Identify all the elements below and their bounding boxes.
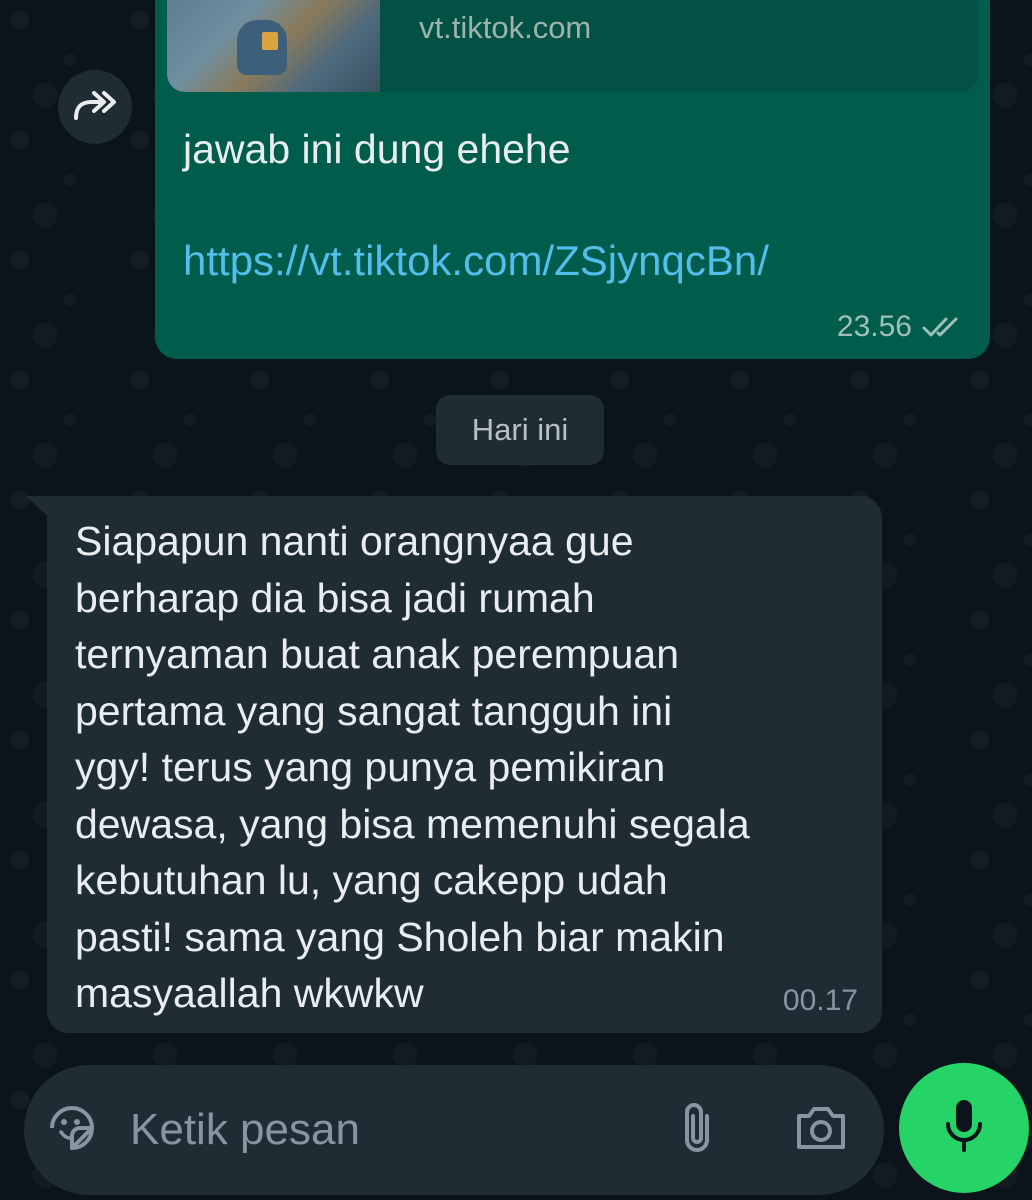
message-composer bbox=[24, 1065, 884, 1195]
date-divider-label: Hari ini bbox=[471, 412, 569, 447]
microphone-icon bbox=[942, 1096, 986, 1161]
outgoing-message-text: jawab ini dung ehehe bbox=[183, 126, 571, 172]
outgoing-message-link[interactable]: https://vt.tiktok.com/ZSjynqcBn/ bbox=[183, 237, 769, 285]
camera-icon bbox=[793, 1104, 849, 1157]
forward-button[interactable] bbox=[58, 70, 132, 144]
link-preview-domain: vt.tiktok.com bbox=[419, 10, 592, 45]
forward-icon bbox=[72, 88, 118, 127]
message-input[interactable] bbox=[130, 1097, 640, 1163]
outgoing-message-meta: 23.56 bbox=[837, 310, 964, 344]
date-divider: Hari ini bbox=[436, 395, 604, 465]
sticker-emoji-icon bbox=[44, 1100, 100, 1161]
incoming-message-bubble[interactable]: Siapapun nanti orangnyaa gue berharap di… bbox=[47, 496, 882, 1033]
camera-button[interactable] bbox=[788, 1097, 854, 1163]
attach-button[interactable] bbox=[664, 1097, 730, 1163]
outgoing-message-bubble[interactable]: vt.tiktok.com jawab ini dung ehehe https… bbox=[155, 0, 990, 359]
outgoing-message-time: 23.56 bbox=[836, 310, 912, 343]
voice-message-button[interactable] bbox=[899, 1063, 1029, 1193]
emoji-button[interactable] bbox=[40, 1098, 104, 1162]
double-check-icon bbox=[922, 315, 964, 339]
link-preview-thumbnail bbox=[167, 0, 380, 92]
paperclip-icon bbox=[677, 1100, 717, 1161]
incoming-message-text: Siapapun nanti orangnyaa gue berharap di… bbox=[75, 518, 750, 1016]
incoming-message-time: 00.17 bbox=[782, 984, 858, 1017]
link-preview-card[interactable]: vt.tiktok.com bbox=[167, 0, 978, 92]
